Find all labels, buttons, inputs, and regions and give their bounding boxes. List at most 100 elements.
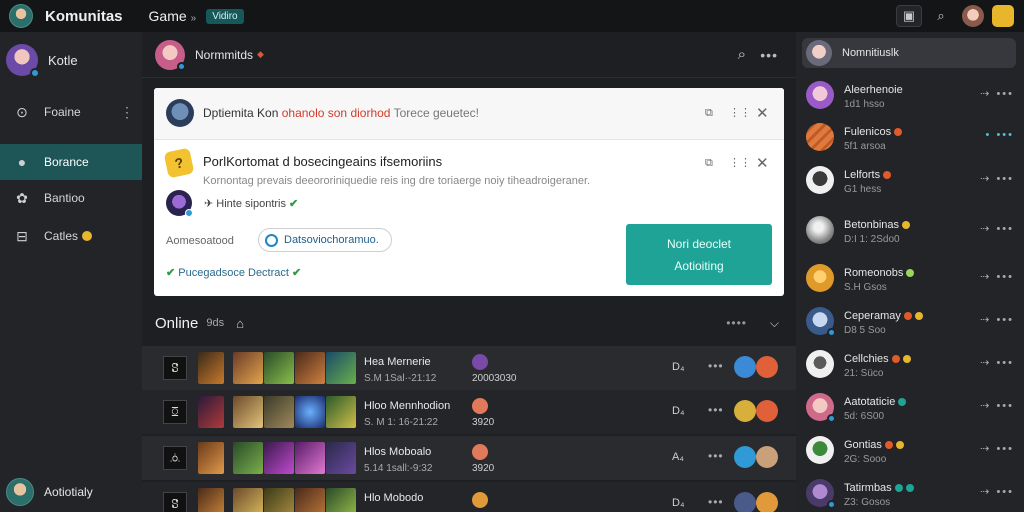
- avatar: [806, 350, 834, 378]
- friend-item[interactable]: Fulenicos 5f1 arsoa • •••: [806, 123, 1020, 159]
- friend-actions[interactable]: ⇢ •••: [980, 442, 1014, 455]
- more-icon[interactable]: •••: [708, 359, 724, 373]
- sidebar-item-borance[interactable]: ● Borance: [0, 144, 142, 180]
- badge-icon: [903, 312, 912, 321]
- friend-item[interactable]: Romeonobs S.H Gsos ⇢ •••: [806, 264, 1020, 300]
- user-avatar[interactable]: [962, 5, 984, 27]
- copy-icon[interactable]: ⧉: [705, 157, 713, 170]
- tab-game[interactable]: Game»: [149, 8, 197, 24]
- notification-row[interactable]: Dptiemita Kon ohanolo son diorhod Torece…: [154, 88, 784, 140]
- friend-actions[interactable]: • •••: [986, 129, 1014, 141]
- friend-item[interactable]: Ceperamay D8 5 Soo ⇢ •••: [806, 307, 1020, 343]
- avatar[interactable]: [756, 492, 778, 512]
- window-icon[interactable]: ▣: [896, 5, 922, 27]
- friend-item[interactable]: Lelforts G1 hess ⇢ •••: [806, 166, 1020, 202]
- online-status-dot: [827, 414, 836, 423]
- thumbnail: [326, 442, 356, 474]
- sidebar-item-foaine[interactable]: ⊙ Foaine ⋮: [0, 94, 142, 130]
- search-icon[interactable]: ⌕: [738, 46, 746, 63]
- friend-item[interactable]: Tatirmbas Z3: Gosos ⇢ •••: [806, 479, 1020, 512]
- tag-icon: [472, 398, 488, 414]
- more-icon[interactable]: •••: [760, 47, 778, 63]
- thumbnail: [326, 396, 356, 428]
- friend-name: Lelforts: [844, 169, 892, 181]
- sidebar-user[interactable]: Kotle: [6, 44, 78, 78]
- thumbnail: [233, 488, 263, 512]
- avatar: [166, 190, 193, 217]
- game-name: Hloo Mennhodion: [364, 400, 451, 412]
- associate-button[interactable]: Datsoviochoramuo.: [258, 228, 392, 252]
- primary-action-button[interactable]: Nori deoclet Aotioiting: [626, 224, 772, 285]
- sidebar-item-catles[interactable]: ⊟ Catles: [0, 218, 142, 254]
- avatar[interactable]: [734, 400, 756, 422]
- close-icon[interactable]: ✕: [756, 104, 769, 122]
- grid-icon[interactable]: ⋮⋮: [729, 156, 751, 169]
- sidebar-bottom-user-name: Aotiotialy: [44, 485, 93, 499]
- friend-actions[interactable]: ⇢ •••: [980, 172, 1014, 185]
- more-icon[interactable]: •••: [708, 449, 724, 463]
- channel-label: D₄: [672, 361, 685, 373]
- friend-actions[interactable]: ⇢ •••: [980, 485, 1014, 498]
- friend-actions[interactable]: ⇢ •••: [980, 399, 1014, 412]
- online-status-dot: [177, 61, 186, 71]
- app-logo[interactable]: [9, 4, 33, 28]
- more-icon[interactable]: •••: [708, 495, 724, 509]
- table-row[interactable]: ꗝ Hlos Moboalo 5.14 1sall:-9:32 3920 A₄ …: [142, 436, 796, 480]
- notification-icon[interactable]: [992, 5, 1014, 27]
- avatar: [806, 81, 834, 109]
- friend-item[interactable]: Aatotaticie 5d: 6S00 ⇢ •••: [806, 393, 1020, 429]
- sidebar-item-label: Catles: [44, 229, 79, 243]
- more-icon[interactable]: •••: [708, 403, 724, 417]
- friend-item[interactable]: Betonbinas D:I 1: 2Sdo0 ⇢ •••: [806, 216, 1020, 252]
- friend-status: 1d1 hsso: [844, 99, 885, 110]
- friend-item[interactable]: Gontias 2G: Sooo ⇢ •••: [806, 436, 1020, 472]
- friend-actions[interactable]: ⇢ •••: [980, 222, 1014, 235]
- avatar: [6, 478, 34, 506]
- badge-icon: [914, 312, 923, 321]
- friend-item[interactable]: Aleerhenoie 1d1 hsso ⇢ •••: [806, 81, 1020, 117]
- friend-name: Aleerhenoie: [844, 84, 903, 96]
- avatar[interactable]: [734, 492, 756, 512]
- check-icon: ✔: [292, 267, 302, 279]
- table-row[interactable]: ꗟ Hlo Mobodo D₄ •••: [142, 482, 796, 512]
- game-subtitle: S.M 1Sal·-21:12: [364, 373, 437, 384]
- status-text: ✈ Hinte sipontris ✔: [204, 198, 299, 210]
- friend-actions[interactable]: ⇢ •••: [980, 87, 1014, 100]
- thumbnail: [326, 488, 356, 512]
- avatar[interactable]: [734, 356, 756, 378]
- table-row[interactable]: ꗟ Hea Mernerie S.M 1Sal·-21:12 20003030 …: [142, 346, 796, 390]
- avatar: [806, 436, 834, 464]
- friends-search[interactable]: Nomnitiuslk: [802, 38, 1016, 68]
- friend-actions[interactable]: ⇢ •••: [980, 270, 1014, 283]
- close-icon[interactable]: ✕: [756, 154, 769, 172]
- online-status-dot: [827, 500, 836, 509]
- tag-icon: [472, 354, 488, 370]
- avatar[interactable]: [734, 446, 756, 468]
- chevron-down-icon[interactable]: ⌵: [770, 316, 779, 331]
- thumbnail: [233, 396, 263, 428]
- friend-actions[interactable]: ⇢ •••: [980, 356, 1014, 369]
- more-icon[interactable]: ••••: [726, 316, 747, 330]
- avatar[interactable]: [756, 400, 778, 422]
- sidebar-item-bantioo[interactable]: ✿ Bantioo: [0, 180, 142, 216]
- search-icon[interactable]: ⌕: [928, 5, 954, 27]
- table-row[interactable]: ꗞ Hloo Mennhodion S. M 1: 16-21:22 3920 …: [142, 390, 796, 434]
- channel-label: D₄: [672, 497, 685, 509]
- game-badge[interactable]: Vidiro: [206, 8, 244, 24]
- sidebar-bottom-user[interactable]: Aotiotialy: [6, 478, 93, 506]
- badge-icon: [898, 398, 907, 407]
- home-icon[interactable]: ⌂: [236, 316, 244, 331]
- more-vertical-icon[interactable]: ⋮: [120, 104, 134, 121]
- game-icon: ꗟ: [163, 492, 187, 512]
- avatar[interactable]: [155, 39, 186, 71]
- friend-status: S.H Gsos: [844, 282, 887, 293]
- grid-icon[interactable]: ⋮⋮: [729, 106, 751, 119]
- game-name: Hea Mernerie: [364, 356, 431, 368]
- friend-actions[interactable]: ⇢ •••: [980, 313, 1014, 326]
- friend-item[interactable]: Cellchies 21: Süco ⇢ •••: [806, 350, 1020, 386]
- avatar[interactable]: [756, 446, 778, 468]
- avatar[interactable]: [756, 356, 778, 378]
- copy-icon[interactable]: ⧉: [705, 107, 713, 120]
- top-bar: Komunitas Game» Vidiro ▣ ⌕: [0, 0, 1024, 32]
- thumbnail: [295, 442, 325, 474]
